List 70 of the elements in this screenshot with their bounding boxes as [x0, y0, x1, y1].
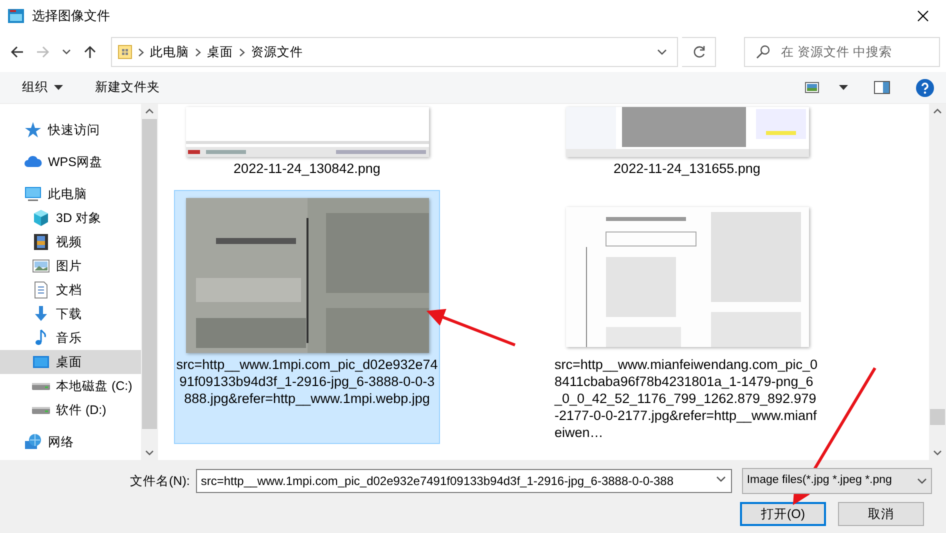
sidebar-item[interactable]: 文档: [0, 278, 141, 302]
sidebar-item[interactable]: 3D 对象: [0, 206, 141, 230]
monitor-icon: [24, 185, 42, 203]
refresh-button[interactable]: [682, 37, 716, 67]
open-button[interactable]: 打开(O): [740, 502, 826, 526]
view-icon: [805, 82, 819, 93]
sidebar-item[interactable]: 软件 (D:): [0, 398, 141, 422]
caret-icon: [839, 85, 848, 90]
download-icon: [32, 305, 50, 323]
image-icon: [32, 257, 50, 275]
drive-icon: [32, 382, 50, 390]
organize-button[interactable]: 组织: [18, 76, 67, 99]
cancel-button[interactable]: 取消: [838, 502, 924, 526]
search-field[interactable]: 在 资源文件 中搜索: [744, 37, 940, 67]
file-name: src=http__www.mianfeiwendang.com_pic_08411cbaba96f78b4231801a_1-1479-png_6_0_0_42_52_1176_799_1262.879_892.979-2177-0-0-2177.jpg&refer=http__www.mianfeiwen…: [554, 356, 819, 441]
file-type-dropdown[interactable]: Image files(*.jpg *.jpeg *.png: [742, 468, 932, 494]
scrollbar[interactable]: [929, 104, 946, 460]
drive-icon: [32, 406, 50, 414]
search-icon: [756, 45, 770, 59]
caret-icon: [657, 49, 667, 55]
caret-icon: [62, 49, 71, 55]
sidebar-item[interactable]: WPS网盘: [0, 150, 141, 174]
sidebar-item[interactable]: 图片: [0, 254, 141, 278]
sidebar-item[interactable]: 桌面: [0, 350, 141, 374]
folder-icon: [118, 45, 132, 59]
file-tile[interactable]: src=http__www.1mpi.com_pic_d02e932e7491f09133b94d3f_1-2916-jpg_6-3888-0-0-3888.jpg&refer=http__www.1mpi.webp.jpg: [174, 190, 440, 444]
caret-icon: [54, 85, 63, 90]
file-tile[interactable]: 2022-11-24_131655.png: [554, 104, 820, 180]
network-icon: [24, 433, 42, 451]
window-title: 选择图像文件: [32, 7, 111, 26]
scrollbar[interactable]: [141, 104, 158, 460]
file-name-field[interactable]: src=http__www.1mpi.com_pic_d02e932e7491f09133b94d3f_1-2916-jpg_6-3888-0-0-388: [196, 469, 732, 493]
back-icon: [10, 45, 24, 59]
sidebar-item[interactable]: 下载: [0, 302, 141, 326]
scrollbar-thumb[interactable]: [142, 119, 157, 429]
breadcrumb-item[interactable]: 此电脑: [150, 42, 189, 62]
file-tile[interactable]: src=http__www.mianfeiwendang.com_pic_08411cbaba96f78b4231801a_1-1479-png_6_0_0_42_52_1176_799_1262.879_892.979-2177-0-0-2177.jpg&refer=http__www.mianfeiwen…: [554, 190, 820, 444]
forward-icon: [36, 45, 50, 59]
up-icon: [83, 45, 97, 59]
sidebar-item[interactable]: 快速访问: [0, 118, 141, 142]
sidebar-item[interactable]: 视频: [0, 230, 141, 254]
help-icon: [916, 78, 934, 96]
breadcrumb-item[interactable]: 资源文件: [251, 42, 303, 62]
chevron-icon: [195, 48, 201, 56]
sidebar-item[interactable]: 音乐: [0, 326, 141, 350]
refresh-icon: [692, 45, 706, 59]
file-name: 2022-11-24_130842.png: [232, 160, 382, 177]
film-icon: [32, 233, 50, 251]
document-icon: [32, 281, 50, 299]
sidebar-item[interactable]: 网络: [0, 430, 141, 454]
app-icon: [8, 9, 24, 23]
file-name: 2022-11-24_131655.png: [612, 160, 762, 177]
caret-icon: [716, 476, 726, 482]
new-folder-button[interactable]: 新建文件夹: [91, 76, 164, 99]
desktop-icon: [32, 353, 50, 371]
chevron-icon: [138, 48, 144, 56]
pane-icon: [874, 81, 890, 94]
field-label: 文件名(N):: [130, 472, 190, 490]
cube-icon: [32, 209, 50, 227]
star-icon: [24, 121, 42, 139]
file-tile[interactable]: 2022-11-24_130842.png: [174, 104, 440, 180]
sidebar-item[interactable]: 本地磁盘 (C:): [0, 374, 141, 398]
close-icon: [917, 10, 929, 22]
file-name: src=http__www.1mpi.com_pic_d02e932e7491f09133b94d3f_1-2916-jpg_6-3888-0-0-3888.jpg&refer=http__www.1mpi.webp.jpg: [176, 356, 438, 407]
breadcrumb-item[interactable]: 桌面: [207, 42, 233, 62]
address-bar[interactable]: 此电脑 桌面 资源文件: [111, 37, 678, 67]
scrollbar-thumb[interactable]: [930, 409, 945, 425]
chevron-icon: [239, 48, 245, 56]
sidebar-item[interactable]: 此电脑: [0, 182, 141, 206]
caret-icon: [917, 478, 927, 484]
